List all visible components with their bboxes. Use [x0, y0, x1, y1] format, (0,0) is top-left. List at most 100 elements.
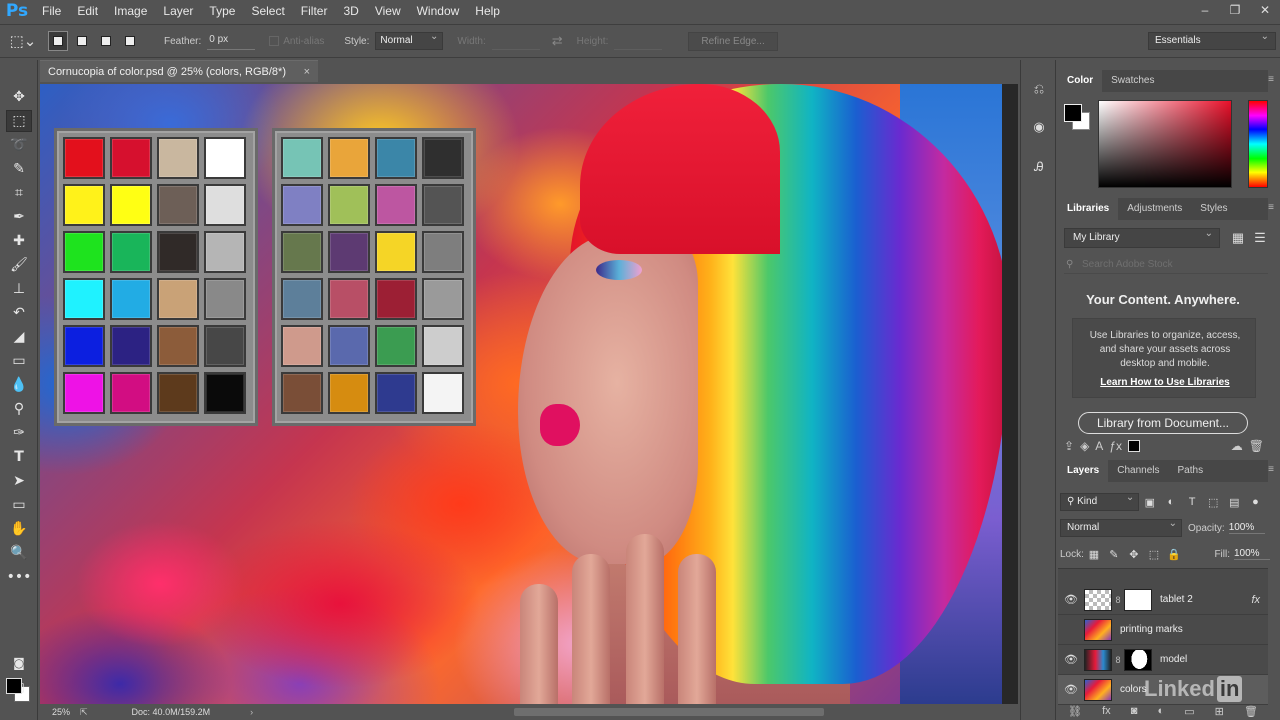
- rectangular-marquee-tool-icon[interactable]: ⬚: [6, 110, 32, 132]
- hue-slider[interactable]: [1248, 100, 1268, 188]
- learn-libraries-link[interactable]: Learn How to Use Libraries: [1073, 377, 1257, 388]
- menu-select[interactable]: Select: [243, 0, 292, 22]
- tab-color[interactable]: Color: [1058, 70, 1103, 92]
- smart-object-filter-icon[interactable]: ▤: [1224, 496, 1245, 509]
- lock-image-icon[interactable]: ✎: [1104, 548, 1124, 561]
- add-graphic-icon[interactable]: ◈: [1080, 439, 1089, 453]
- properties-panel-icon[interactable]: ◉: [1027, 116, 1051, 138]
- adjustment-layer-icon[interactable]: ◐: [1157, 705, 1164, 717]
- menu-view[interactable]: View: [367, 0, 409, 22]
- character-panel-icon[interactable]: Ꭿ: [1027, 156, 1051, 178]
- close-window-button[interactable]: ✕: [1250, 0, 1280, 22]
- color-swatch-icon[interactable]: [1128, 440, 1140, 452]
- height-input[interactable]: [614, 32, 663, 50]
- lock-artboard-icon[interactable]: ⬚: [1144, 548, 1164, 561]
- lasso-tool-icon[interactable]: ➰: [6, 134, 32, 156]
- refine-edge-button[interactable]: Refine Edge...: [688, 31, 778, 51]
- quick-mask-icon[interactable]: ◙: [6, 652, 32, 674]
- pixel-filter-icon[interactable]: ▣: [1139, 496, 1160, 509]
- shape-filter-icon[interactable]: ⬚: [1203, 496, 1224, 509]
- lock-position-icon[interactable]: ✥: [1124, 548, 1144, 561]
- menu-image[interactable]: Image: [106, 0, 155, 22]
- character-style-icon[interactable]: A: [1095, 439, 1103, 453]
- more-tools-icon[interactable]: •••: [6, 566, 32, 588]
- fx-icon[interactable]: fx: [1251, 594, 1260, 606]
- color-panel-foreground[interactable]: [1064, 104, 1082, 122]
- lock-all-icon[interactable]: 🔒: [1164, 548, 1184, 561]
- tab-styles[interactable]: Styles: [1191, 198, 1236, 220]
- canvas-area[interactable]: [40, 84, 1018, 704]
- eye-hidden-icon[interactable]: 👁: [1058, 623, 1084, 636]
- zoom-level[interactable]: 25%: [40, 707, 80, 717]
- menu-file[interactable]: File: [34, 0, 69, 22]
- tab-adjustments[interactable]: Adjustments: [1118, 198, 1191, 220]
- move-tool-icon[interactable]: ✥: [6, 86, 32, 108]
- menu-window[interactable]: Window: [409, 0, 468, 22]
- width-input[interactable]: [491, 32, 540, 50]
- path-selection-tool-icon[interactable]: ➤: [6, 470, 32, 492]
- color-spectrum-field[interactable]: [1098, 100, 1232, 188]
- lock-transparent-icon[interactable]: ▦: [1084, 548, 1104, 561]
- restore-button[interactable]: ❐: [1220, 0, 1250, 22]
- blur-tool-icon[interactable]: 💧: [6, 374, 32, 396]
- stock-search-input[interactable]: ⚲ Search Adobe Stock: [1064, 256, 1268, 274]
- eraser-tool-icon[interactable]: ◢: [6, 326, 32, 348]
- type-filter-icon[interactable]: T: [1182, 496, 1203, 508]
- close-document-icon[interactable]: ×: [304, 66, 310, 78]
- healing-brush-tool-icon[interactable]: ✚: [6, 230, 32, 252]
- delete-layer-icon[interactable]: 🗑: [1244, 705, 1258, 718]
- export-icon[interactable]: ⇱: [80, 707, 88, 718]
- panel-menu-icon[interactable]: ≡: [1268, 464, 1274, 475]
- menu-type[interactable]: Type: [201, 0, 243, 22]
- menu-help[interactable]: Help: [467, 0, 508, 22]
- antialias-checkbox[interactable]: Anti-alias: [269, 36, 324, 47]
- menu-3d[interactable]: 3D: [335, 0, 366, 22]
- library-select[interactable]: My Library: [1064, 228, 1220, 248]
- tool-preset-picker[interactable]: ⬚⌄: [0, 24, 46, 58]
- adjustment-filter-icon[interactable]: ◐: [1160, 496, 1181, 508]
- eye-icon[interactable]: 👁: [1058, 653, 1084, 666]
- list-view-icon[interactable]: ☰: [1250, 228, 1270, 248]
- new-group-icon[interactable]: ▭: [1184, 705, 1194, 718]
- tab-channels[interactable]: Channels: [1108, 460, 1168, 482]
- layer-row-printing-marks[interactable]: 👁 printing marks: [1058, 615, 1268, 645]
- link-layers-icon[interactable]: ⛓: [1068, 705, 1082, 718]
- workspace-select[interactable]: Essentials: [1148, 31, 1276, 50]
- blend-mode-select[interactable]: Normal: [1060, 518, 1182, 537]
- dodge-tool-icon[interactable]: ⚲: [6, 398, 32, 420]
- layer-kind-select[interactable]: ⚲ Kind: [1060, 492, 1140, 511]
- trash-icon[interactable]: 🗑: [1249, 439, 1264, 453]
- library-from-document-button[interactable]: Library from Document...: [1078, 412, 1248, 434]
- pen-tool-icon[interactable]: ✑: [6, 422, 32, 444]
- new-layer-icon[interactable]: ⊞: [1215, 705, 1224, 718]
- tab-swatches[interactable]: Swatches: [1102, 70, 1163, 92]
- crop-tool-icon[interactable]: ⌗: [6, 182, 32, 204]
- upload-icon[interactable]: ⇪: [1064, 439, 1074, 453]
- minimize-button[interactable]: –: [1190, 0, 1220, 22]
- horizontal-scrollbar[interactable]: [514, 708, 824, 716]
- zoom-tool-icon[interactable]: 🔍: [6, 542, 32, 564]
- subtract-selection-button[interactable]: [96, 31, 116, 51]
- cloud-sync-icon[interactable]: ☁: [1231, 439, 1243, 453]
- hand-tool-icon[interactable]: ✋: [6, 518, 32, 540]
- history-brush-tool-icon[interactable]: ↶: [6, 302, 32, 324]
- grid-view-icon[interactable]: ▦: [1228, 228, 1248, 248]
- gradient-tool-icon[interactable]: ▭: [6, 350, 32, 372]
- opacity-input[interactable]: 100%: [1228, 522, 1265, 534]
- layer-style-icon[interactable]: ƒx: [1109, 439, 1122, 453]
- rectangle-tool-icon[interactable]: ▭: [6, 494, 32, 516]
- eyedropper-tool-icon[interactable]: ✒: [6, 206, 32, 228]
- foreground-color-swatch[interactable]: [6, 678, 22, 694]
- eye-icon[interactable]: 👁: [1058, 683, 1084, 696]
- panel-menu-icon[interactable]: ≡: [1268, 74, 1274, 85]
- add-mask-icon[interactable]: ◙: [1131, 705, 1138, 717]
- type-tool-icon[interactable]: T: [6, 446, 32, 468]
- filter-toggle-icon[interactable]: ●: [1245, 496, 1266, 508]
- layer-row-tablet-2[interactable]: 👁 8 tablet 2 fx: [1058, 585, 1268, 615]
- tab-layers[interactable]: Layers: [1058, 460, 1109, 482]
- feather-input[interactable]: 0 px: [207, 32, 256, 50]
- history-panel-icon[interactable]: ⎌: [1027, 78, 1051, 100]
- status-menu-arrow[interactable]: ›: [250, 707, 253, 717]
- clone-stamp-tool-icon[interactable]: ⊥: [6, 278, 32, 300]
- tab-paths[interactable]: Paths: [1169, 460, 1213, 482]
